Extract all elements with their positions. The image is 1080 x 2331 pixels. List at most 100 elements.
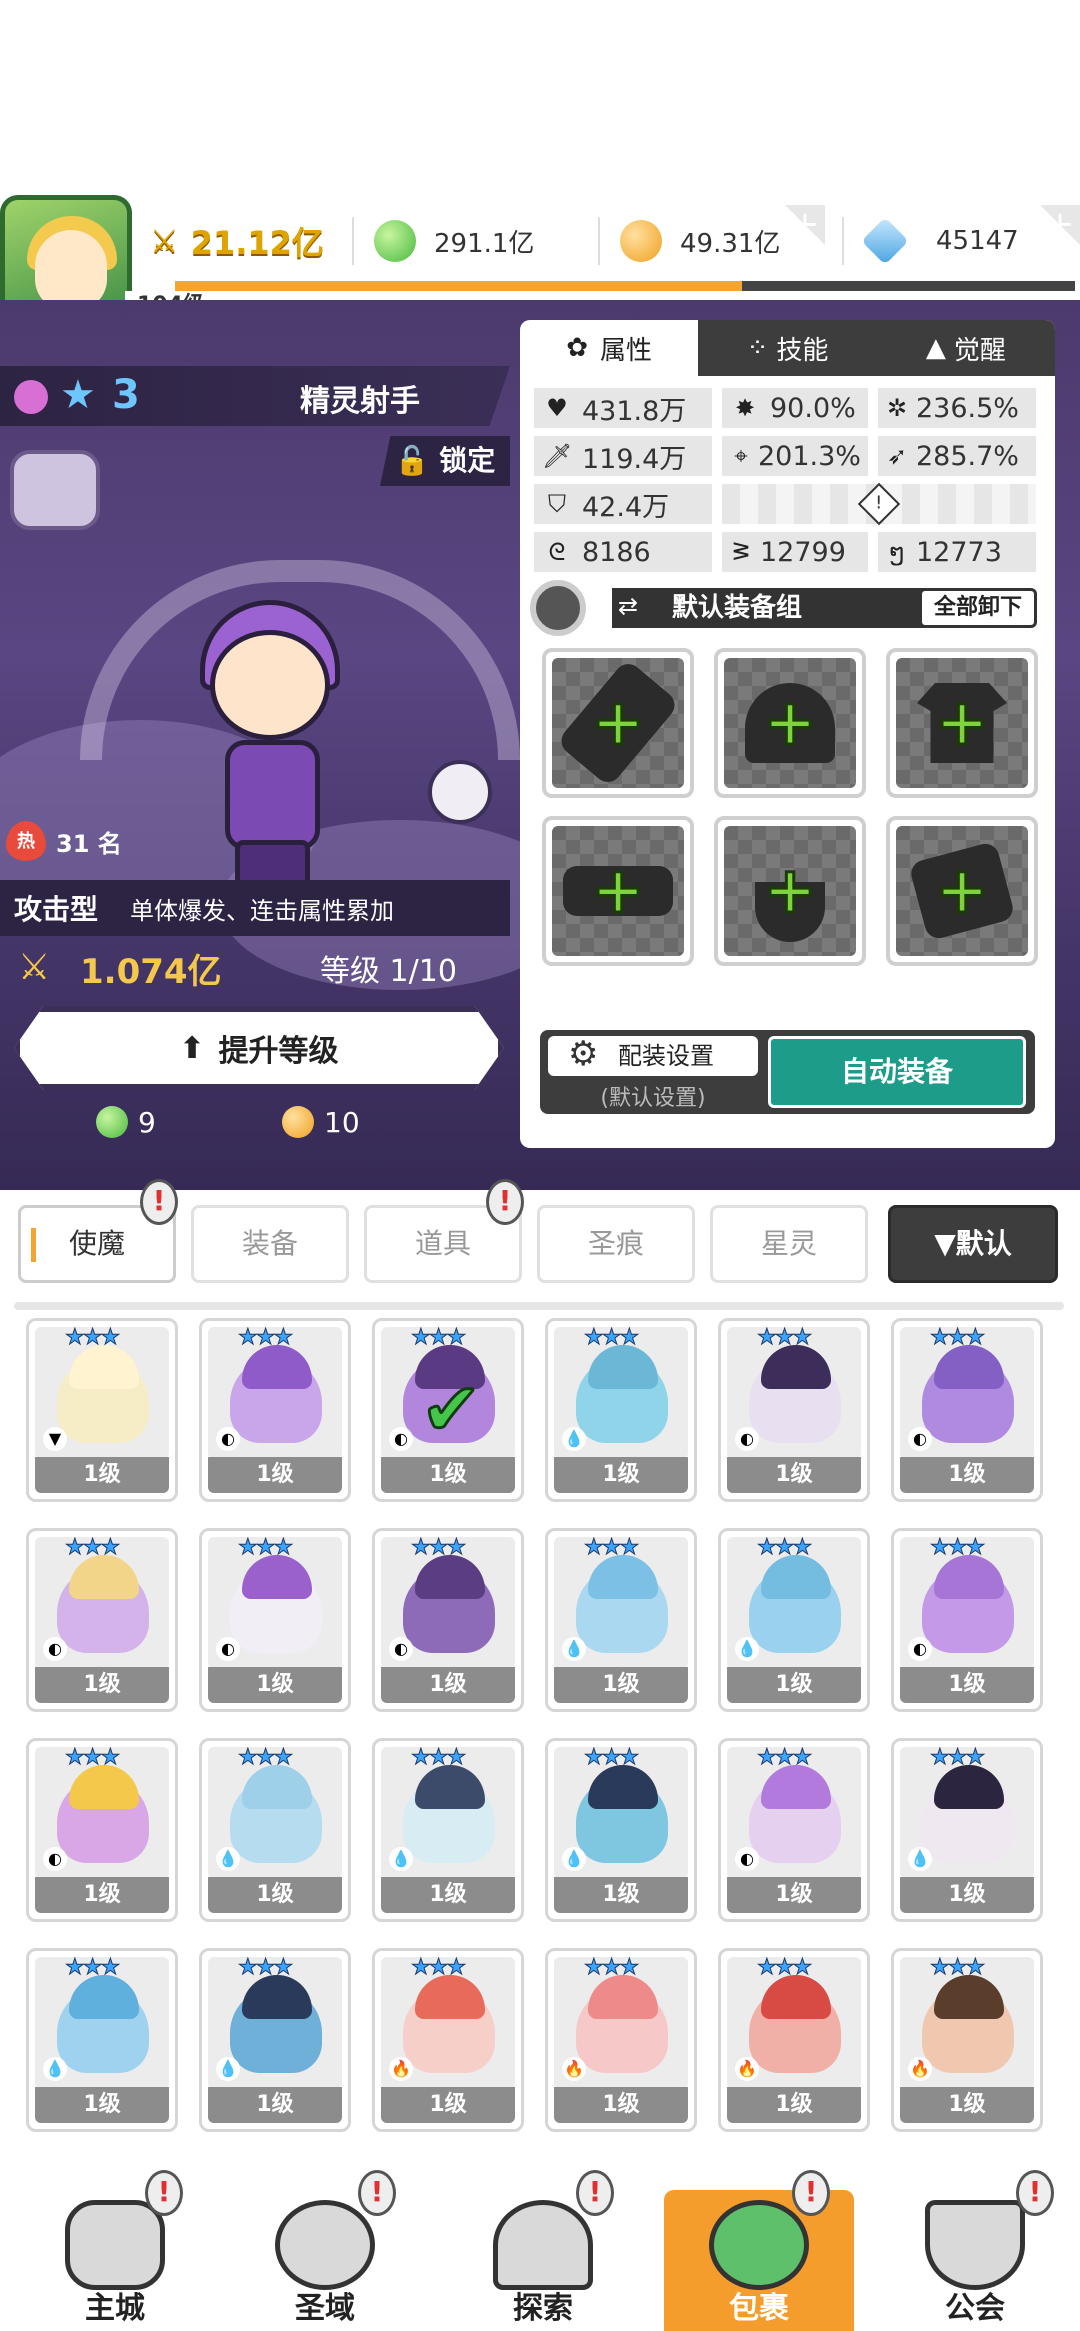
accessory-slot[interactable]: +	[886, 816, 1038, 966]
tab-label: 技能	[776, 335, 829, 366]
star-rating-icon: ★★★	[929, 1747, 985, 1771]
familiar-hair	[934, 1345, 1004, 1389]
tab-equipment[interactable]: 装备	[191, 1205, 349, 1283]
star-rating-icon: ★★★	[237, 1747, 293, 1771]
familiar-card[interactable]: ★★★ ◐ ✔ 1级	[372, 1318, 524, 1502]
stat-crit: ✸ 90.0%	[722, 388, 868, 428]
vortex-icon	[275, 2200, 375, 2290]
familiar-card[interactable]: ★★★ ◐ 1级	[199, 1318, 351, 1502]
familiar-level: 1级	[554, 1457, 688, 1493]
stat-value: 285.7%	[916, 440, 1019, 472]
guild-helmet-icon	[925, 2200, 1025, 2290]
lock-button[interactable]: 🔓 锁定	[380, 436, 510, 486]
familiar-card[interactable]: ★★★ 💧 1级	[372, 1738, 524, 1922]
familiar-card[interactable]: ★★★ ◐ 1级	[718, 1738, 870, 1922]
sword-stone-icon	[493, 2200, 593, 2290]
nav-main-city[interactable]: 主城	[20, 2190, 210, 2331]
element-icon: ◐	[735, 1847, 759, 1871]
equip-group-selector[interactable]: 默认装备组	[612, 588, 972, 628]
familiar-card[interactable]: ★★★ ◐ 1级	[26, 1738, 178, 1922]
familiar-card[interactable]: ★★★ 💧 1级	[545, 1318, 697, 1502]
familiar-card[interactable]: ★★★ 🔥 1级	[545, 1948, 697, 2132]
equip-group-title: 默认装备组	[672, 593, 803, 623]
familiar-card[interactable]: ★★★ 🔥 1级	[718, 1948, 870, 2132]
equip-settings-bar: ⚙ 配装设置 (默认设置) 自动装备	[540, 1030, 1035, 1114]
equipment-slots: + + + + + +	[520, 640, 1055, 974]
familiar-card[interactable]: ★★★ 💧 1级	[545, 1738, 697, 1922]
stat-attack: 🗡 119.4万	[534, 436, 712, 476]
avatar-face	[35, 230, 107, 310]
flame-icon: 热	[6, 821, 46, 861]
familiar-portrait: ★★★ 🔥	[381, 1957, 515, 2089]
familiar-portrait: ★★★ 🔥	[554, 1957, 688, 2089]
auto-equip-button[interactable]: 自动装备	[768, 1036, 1026, 1108]
alert-icon: !	[576, 2170, 614, 2216]
tab-spirit[interactable]: 星灵	[710, 1205, 868, 1283]
familiar-portrait: ★★★ 💧	[727, 1537, 861, 1669]
familiar-card[interactable]: ★★★ ◐ 1级	[26, 1528, 178, 1712]
awaken-icon: ▲	[925, 333, 946, 363]
belt-slot[interactable]: +	[542, 816, 694, 966]
familiar-hair	[761, 1345, 831, 1389]
familiar-card[interactable]: ★★★ 💧 1级	[26, 1948, 178, 2132]
sort-dropdown[interactable]: ▼默认	[888, 1205, 1058, 1283]
loadout-settings-button[interactable]: ⚙ 配装设置	[548, 1034, 758, 1076]
star-rating-icon: ★★★	[756, 1957, 812, 1981]
familiar-card[interactable]: ★★★ 💧 1级	[545, 1528, 697, 1712]
familiar-level: 1级	[208, 1667, 342, 1703]
familiar-card[interactable]: ★★★ 💧 1级	[199, 1738, 351, 1922]
cost-gold-value: 10	[324, 1105, 360, 1139]
tab-skills[interactable]: ⁘ 技能	[698, 320, 876, 376]
helmet-slot[interactable]: +	[714, 648, 866, 798]
star-rating-icon: ★★★	[583, 1747, 639, 1771]
add-gold-button[interactable]: +	[785, 205, 825, 245]
tab-awaken[interactable]: ▲ 觉醒	[877, 320, 1055, 376]
familiar-card[interactable]: ★★★ ▼ 1级	[26, 1318, 178, 1502]
armor-slot[interactable]: +	[886, 648, 1038, 798]
necklace-slot[interactable]: +	[714, 816, 866, 966]
star-rating-icon: ★★★	[929, 1537, 985, 1561]
familiar-portrait: ★★★ ◐	[208, 1537, 342, 1669]
diamond-icon	[861, 217, 909, 265]
familiar-hair	[242, 1975, 312, 2019]
screen: 104级 ⚔ 21.12亿 291.1亿 49.31亿 + 45147 +	[0, 0, 1080, 2331]
unequip-all-button[interactable]: 全部卸下	[919, 588, 1037, 628]
familiar-card[interactable]: ★★★ ◐ 1级	[891, 1318, 1043, 1502]
familiar-card[interactable]: ★★★ 🔥 1级	[372, 1948, 524, 2132]
familiar-card[interactable]: ★★★ ◐ 1级	[718, 1318, 870, 1502]
stat-value: 12799	[760, 536, 846, 568]
element-icon: 💧	[908, 1847, 932, 1871]
locked-chest-icon[interactable]	[10, 450, 100, 530]
level-up-button[interactable]: ⬆ 提升等级	[14, 1006, 504, 1090]
familiar-hair	[934, 1975, 1004, 2019]
nav-sanctuary[interactable]: 圣域	[230, 2190, 420, 2331]
add-diamond-button[interactable]: +	[1040, 205, 1080, 245]
familiar-card[interactable]: ★★★ 💧 1级	[199, 1948, 351, 2132]
element-icon: 💧	[43, 2057, 67, 2081]
stat-value: 201.3%	[758, 440, 861, 472]
weapon-slot[interactable]: +	[542, 648, 694, 798]
stat-value: 42.4万	[582, 491, 670, 523]
tab-stigma[interactable]: 圣痕	[537, 1205, 695, 1283]
star-rating-icon: ★★★	[64, 1747, 120, 1771]
warning-icon: !	[857, 482, 901, 526]
element-icon: ▼	[43, 1427, 67, 1451]
hero-type-row: 攻击型 单体爆发、连击属性累加	[0, 880, 510, 936]
cost-green-value: 9	[138, 1105, 156, 1139]
tab-attributes[interactable]: ✿ 属性	[520, 320, 699, 376]
familiar-card[interactable]: ★★★ 🔥 1级	[891, 1948, 1043, 2132]
nav-explore[interactable]: 探索	[448, 2190, 638, 2331]
familiar-card[interactable]: ★★★ ◐ 1级	[891, 1528, 1043, 1712]
horizontal-scrollbar[interactable]	[14, 1302, 1064, 1310]
exp-progress-bar	[175, 281, 1075, 291]
familiar-card[interactable]: ★★★ 💧 1级	[718, 1528, 870, 1712]
view-model-button[interactable]	[428, 760, 492, 824]
familiar-card[interactable]: ★★★ ◐ 1级	[372, 1528, 524, 1712]
nav-label: 主城	[85, 2291, 145, 2326]
familiar-level: 1级	[554, 1667, 688, 1703]
element-icon: 💧	[562, 1847, 586, 1871]
familiar-card[interactable]: ★★★ ◐ 1级	[199, 1528, 351, 1712]
nav-inventory[interactable]: 包裹	[664, 2190, 854, 2331]
familiar-card[interactable]: ★★★ 💧 1级	[891, 1738, 1043, 1922]
swap-icon: ⇄	[618, 592, 639, 620]
